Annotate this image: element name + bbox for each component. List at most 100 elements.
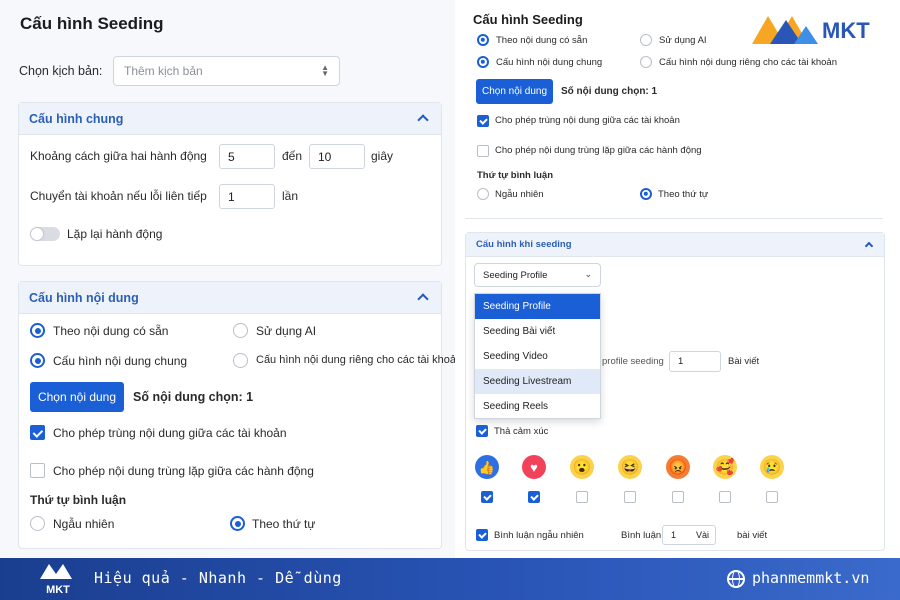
gap-to-input[interactable]: 10 bbox=[309, 144, 365, 169]
gap-from-input[interactable]: 5 bbox=[219, 144, 275, 169]
radio-use-ai[interactable] bbox=[233, 323, 248, 338]
content-count: Số nội dung chọn: 1 bbox=[133, 390, 254, 404]
radio-order-sequential[interactable] bbox=[640, 188, 652, 200]
react-label: Thả cảm xúc bbox=[494, 426, 549, 437]
chevron-up-icon[interactable] bbox=[417, 293, 429, 305]
left-panel: Cấu hình Seeding Chọn kịch bản: Thêm kịc… bbox=[0, 0, 462, 558]
gap-to-label: đến bbox=[282, 149, 303, 163]
wow-icon[interactable]: 😮 bbox=[570, 455, 594, 479]
radio-order-random[interactable] bbox=[477, 188, 489, 200]
content-config-card: Cấu hình nội dung bbox=[18, 281, 442, 549]
dropdown-option[interactable]: Seeding Profile bbox=[475, 294, 600, 319]
seeding-type-selected: Seeding Profile bbox=[483, 269, 548, 281]
seeding-type-dropdown: Seeding Profile Seeding Bài viết Seeding… bbox=[474, 293, 601, 419]
care-icon[interactable]: 🥰 bbox=[713, 455, 737, 479]
scenario-placeholder: Thêm kịch bản bbox=[124, 64, 203, 78]
radio-order-random[interactable] bbox=[30, 516, 45, 531]
allow-dup-accounts-checkbox[interactable] bbox=[477, 115, 489, 127]
choose-content-button[interactable]: Chọn nội dung bbox=[30, 382, 124, 412]
when-seeding-header[interactable]: Cấu hình khi seeding bbox=[466, 233, 884, 257]
use-ai-label: Sử dụng AI bbox=[256, 324, 317, 338]
repeat-toggle[interactable] bbox=[30, 227, 60, 241]
radio-available-content[interactable] bbox=[30, 323, 45, 338]
section-divider bbox=[465, 218, 883, 219]
reaction-sad-checkbox[interactable] bbox=[766, 491, 778, 503]
comment-count-input[interactable]: 1 Vài bbox=[662, 525, 716, 545]
allow-dup-accounts-label: Cho phép trùng nội dung giữa các tài kho… bbox=[53, 426, 287, 440]
mkt-logo-icon bbox=[752, 16, 818, 44]
brand-logo: MKT bbox=[750, 12, 890, 48]
radio-private-content[interactable] bbox=[640, 56, 652, 68]
profile-seeding-input[interactable]: 1 bbox=[669, 351, 721, 372]
gap-label: Khoảng cách giữa hai hành động bbox=[30, 149, 207, 163]
private-content-label: Cấu hình nội dung riêng cho các tài khoả… bbox=[256, 354, 463, 366]
comment-unit-short: Vài bbox=[696, 530, 710, 540]
gap-unit: giây bbox=[371, 149, 394, 163]
love-icon[interactable]: ♥ bbox=[522, 455, 546, 479]
haha-icon[interactable]: 😆 bbox=[618, 455, 642, 479]
use-ai-label: Sử dụng AI bbox=[659, 35, 707, 46]
chevron-up-icon[interactable] bbox=[417, 114, 429, 126]
right-page-title: Cấu hình Seeding bbox=[473, 12, 583, 27]
allow-dup-actions-label: Cho phép nội dung trùng lặp giữa các hàn… bbox=[53, 464, 314, 478]
react-checkbox[interactable] bbox=[476, 425, 488, 437]
allow-dup-accounts-checkbox[interactable] bbox=[30, 425, 45, 440]
chevron-up-icon[interactable] bbox=[864, 241, 874, 251]
comment-unit: bài viết bbox=[737, 530, 768, 541]
switch-account-input[interactable]: 1 bbox=[219, 184, 275, 209]
reaction-care-checkbox[interactable] bbox=[719, 491, 731, 503]
footer-website[interactable]: phanmemmkt.vn bbox=[752, 569, 869, 587]
seeding-type-select[interactable]: Seeding Profile ⌄ bbox=[474, 263, 601, 287]
radio-order-sequential[interactable] bbox=[230, 516, 245, 531]
footer-slogan: Hiệu quả - Nhanh - Dễ dùng bbox=[94, 569, 342, 587]
random-comment-checkbox[interactable] bbox=[476, 529, 488, 541]
switch-account-unit: lần bbox=[282, 189, 299, 203]
like-icon[interactable]: 👍 bbox=[475, 455, 499, 479]
content-config-title: Cấu hình nội dung bbox=[29, 291, 139, 305]
reaction-haha-checkbox[interactable] bbox=[624, 491, 636, 503]
dropdown-option[interactable]: Seeding Bài viết bbox=[475, 319, 600, 344]
updown-icon: ▲ ▼ bbox=[321, 63, 329, 78]
general-config-header[interactable]: Cấu hình chung bbox=[19, 103, 441, 135]
angry-icon[interactable]: 😡 bbox=[666, 455, 690, 479]
radio-common-content[interactable] bbox=[30, 353, 45, 368]
order-random-label: Ngẫu nhiên bbox=[53, 517, 115, 531]
repeat-label: Lặp lại hành động bbox=[67, 227, 163, 241]
radio-private-content[interactable] bbox=[233, 353, 248, 368]
allow-dup-accounts-label: Cho phép trùng nội dung giữa các tài kho… bbox=[495, 115, 680, 126]
sad-icon[interactable]: 😢 bbox=[760, 455, 784, 479]
scenario-select[interactable]: Thêm kịch bản ▲ ▼ bbox=[113, 56, 340, 86]
comment-label: Bình luận bbox=[621, 530, 662, 541]
general-config-title: Cấu hình chung bbox=[29, 112, 124, 126]
reaction-like-checkbox[interactable] bbox=[481, 491, 493, 503]
available-content-label: Theo nội dung có sẵn bbox=[496, 35, 588, 46]
reaction-angry-checkbox[interactable] bbox=[672, 491, 684, 503]
order-sequential-label: Theo thứ tự bbox=[252, 517, 316, 531]
reaction-love-checkbox[interactable] bbox=[528, 491, 540, 503]
dropdown-option[interactable]: Seeding Reels bbox=[475, 394, 600, 419]
app-window: Cấu hình Seeding Chọn kịch bản: Thêm kịc… bbox=[0, 0, 900, 558]
available-content-label: Theo nội dung có sẵn bbox=[53, 324, 169, 338]
comment-order-title: Thứ tự bình luận bbox=[30, 493, 127, 507]
radio-use-ai[interactable] bbox=[640, 34, 652, 46]
chevron-down-icon: ⌄ bbox=[584, 269, 592, 279]
radio-available-content[interactable] bbox=[477, 34, 489, 46]
brand-name: MKT bbox=[822, 18, 870, 43]
scenario-label: Chọn kịch bản: bbox=[19, 64, 103, 78]
dropdown-option[interactable]: Seeding Livestream bbox=[475, 369, 600, 394]
content-config-header[interactable]: Cấu hình nội dung bbox=[19, 282, 441, 314]
mkt-logo-icon bbox=[40, 564, 72, 579]
choose-content-button[interactable]: Chọn nội dung bbox=[476, 79, 553, 104]
page-title: Cấu hình Seeding bbox=[20, 14, 164, 33]
profile-seeding-unit: Bài viết bbox=[728, 356, 760, 367]
footer-logo: MKT bbox=[36, 561, 80, 597]
radio-common-content[interactable] bbox=[477, 56, 489, 68]
comment-order-title: Thứ tự bình luận bbox=[477, 170, 554, 181]
allow-dup-actions-checkbox[interactable] bbox=[30, 463, 45, 478]
content-count: Số nội dung chọn: 1 bbox=[561, 86, 658, 97]
footer-banner: MKT Hiệu quả - Nhanh - Dễ dùng phanmemmk… bbox=[0, 558, 900, 600]
allow-dup-actions-checkbox[interactable] bbox=[477, 145, 489, 157]
footer-logo-text: MKT bbox=[46, 584, 70, 596]
reaction-wow-checkbox[interactable] bbox=[576, 491, 588, 503]
dropdown-option[interactable]: Seeding Video bbox=[475, 344, 600, 369]
